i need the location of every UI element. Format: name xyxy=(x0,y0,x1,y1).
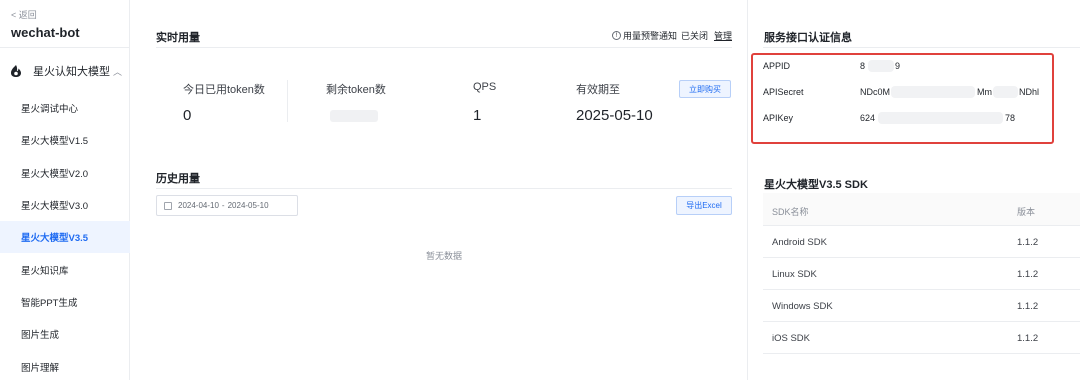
sidebar-item-debug-center[interactable]: 星火调试中心 xyxy=(0,92,130,124)
apisecret-value-suffix: NDhl xyxy=(1019,87,1040,97)
sidebar-item-image-generation[interactable]: 图片生成 xyxy=(0,318,130,350)
sdk-version: 1.1.2 xyxy=(1017,237,1039,248)
spark-logo-icon xyxy=(11,65,21,77)
date-range-picker[interactable]: 2024-04-10 - 2024-05-10 xyxy=(156,195,298,216)
sidebar-item-image-understanding[interactable]: 图片理解 xyxy=(0,350,130,380)
credentials-divider xyxy=(763,47,1080,48)
main-content: 实时用量 ! 用量预警通知 已关闭 管理 今日已用token数 0 剩余toke… xyxy=(130,0,747,380)
credentials-title: 服务接口认证信息 xyxy=(764,32,852,44)
stat-divider xyxy=(287,80,288,122)
table-row[interactable]: Windows SDK 1.1.2 xyxy=(763,290,1080,322)
sidebar-item-v1-5[interactable]: 星火大模型V1.5 xyxy=(0,124,130,156)
sdk-name: Windows SDK xyxy=(772,301,833,312)
back-link[interactable]: < 返回 xyxy=(11,8,37,21)
sidebar-item-v3-5[interactable]: 星火大模型V3.5 xyxy=(0,221,130,254)
sdk-title: 星火大模型V3.5 SDK xyxy=(764,179,868,191)
stat-value-remaining-tokens-masked xyxy=(330,110,378,122)
manage-link[interactable]: 管理 xyxy=(714,29,732,42)
app-name: wechat-bot xyxy=(11,25,80,40)
sidebar-group-label: 星火认知大模型 xyxy=(33,66,110,78)
sdk-col-name: SDK名称 xyxy=(772,207,809,217)
stat-label-remaining-tokens: 剩余token数 xyxy=(326,84,386,96)
sdk-version: 1.1.2 xyxy=(1017,269,1039,280)
apisecret-masked-part-1 xyxy=(891,86,975,98)
empty-state-text: 暂无数据 xyxy=(426,251,463,261)
sdk-col-version: 版本 xyxy=(1017,207,1036,217)
apisecret-masked-part-2 xyxy=(993,86,1018,98)
sdk-name: Linux SDK xyxy=(772,269,817,280)
apikey-value-suffix: 78 xyxy=(1005,113,1016,123)
appid-label: APPID xyxy=(763,61,791,71)
chevron-up-icon: ︿ xyxy=(113,66,123,77)
export-excel-button[interactable]: 导出Excel xyxy=(676,196,732,215)
table-row[interactable]: Linux SDK 1.1.2 xyxy=(763,258,1080,290)
credentials-panel: 服务接口认证信息 APPID 8 9 APISecret NDc0M Mm ND… xyxy=(747,0,1080,380)
stat-value-expiry: 2025-05-10 xyxy=(576,107,653,124)
buy-now-button[interactable]: 立即购买 xyxy=(679,80,731,98)
apikey-masked-part xyxy=(878,112,1003,124)
stat-label-qps: QPS xyxy=(473,81,497,93)
apisecret-value-mid: Mm xyxy=(977,87,992,97)
apikey-value-prefix: 624 xyxy=(860,113,876,123)
date-start: 2024-04-10 xyxy=(178,201,219,210)
table-row[interactable]: iOS SDK 1.1.2 xyxy=(763,322,1080,354)
usage-alert-bar: ! 用量预警通知 已关闭 管理 xyxy=(611,29,732,42)
usage-divider xyxy=(156,47,732,48)
stat-label-expiry: 有效期至 xyxy=(576,84,620,96)
sdk-version: 1.1.2 xyxy=(1017,301,1039,312)
appid-value-suffix: 9 xyxy=(895,61,901,71)
appid-masked-part xyxy=(868,60,894,72)
table-row[interactable]: Android SDK 1.1.2 xyxy=(763,226,1080,258)
sidebar-divider xyxy=(0,47,130,48)
sidebar-nav: 星火调试中心 星火大模型V1.5 星火大模型V2.0 星火大模型V3.0 星火大… xyxy=(0,92,130,380)
stat-label-used-tokens: 今日已用token数 xyxy=(183,84,265,96)
sidebar-item-v3-0[interactable]: 星火大模型V3.0 xyxy=(0,189,130,221)
sidebar-item-v2-0[interactable]: 星火大模型V2.0 xyxy=(0,157,130,189)
stat-value-qps: 1 xyxy=(473,107,482,124)
apisecret-value-prefix: NDc0M xyxy=(860,87,891,97)
bell-icon: ! xyxy=(611,31,621,40)
alert-label: 用量预警通知 xyxy=(622,31,677,41)
sidebar-group-spark[interactable]: 星火认知大模型 ︿ xyxy=(0,58,130,84)
calendar-icon xyxy=(164,201,172,210)
realtime-usage-title: 实时用量 xyxy=(156,32,200,44)
history-usage-title: 历史用量 xyxy=(156,173,200,185)
sidebar-item-knowledge-base[interactable]: 星火知识库 xyxy=(0,253,130,285)
date-separator: - xyxy=(221,201,225,210)
stat-value-used-tokens: 0 xyxy=(183,107,192,124)
apisecret-label: APISecret xyxy=(763,87,804,97)
sidebar: < 返回 wechat-bot 星火认知大模型 ︿ 星火调试中心 星火大模型V1… xyxy=(0,0,130,380)
alert-status: 已关闭 xyxy=(680,31,708,41)
date-end: 2024-05-10 xyxy=(227,201,269,210)
appid-value-prefix: 8 xyxy=(860,61,866,71)
credentials-highlight-box xyxy=(751,53,1054,144)
sdk-version: 1.1.2 xyxy=(1017,333,1039,344)
sdk-name: iOS SDK xyxy=(772,333,811,344)
sdk-name: Android SDK xyxy=(772,237,827,248)
apikey-label: APIKey xyxy=(763,113,794,123)
history-divider xyxy=(156,188,732,189)
sidebar-item-ppt-generation[interactable]: 智能PPT生成 xyxy=(0,286,130,318)
